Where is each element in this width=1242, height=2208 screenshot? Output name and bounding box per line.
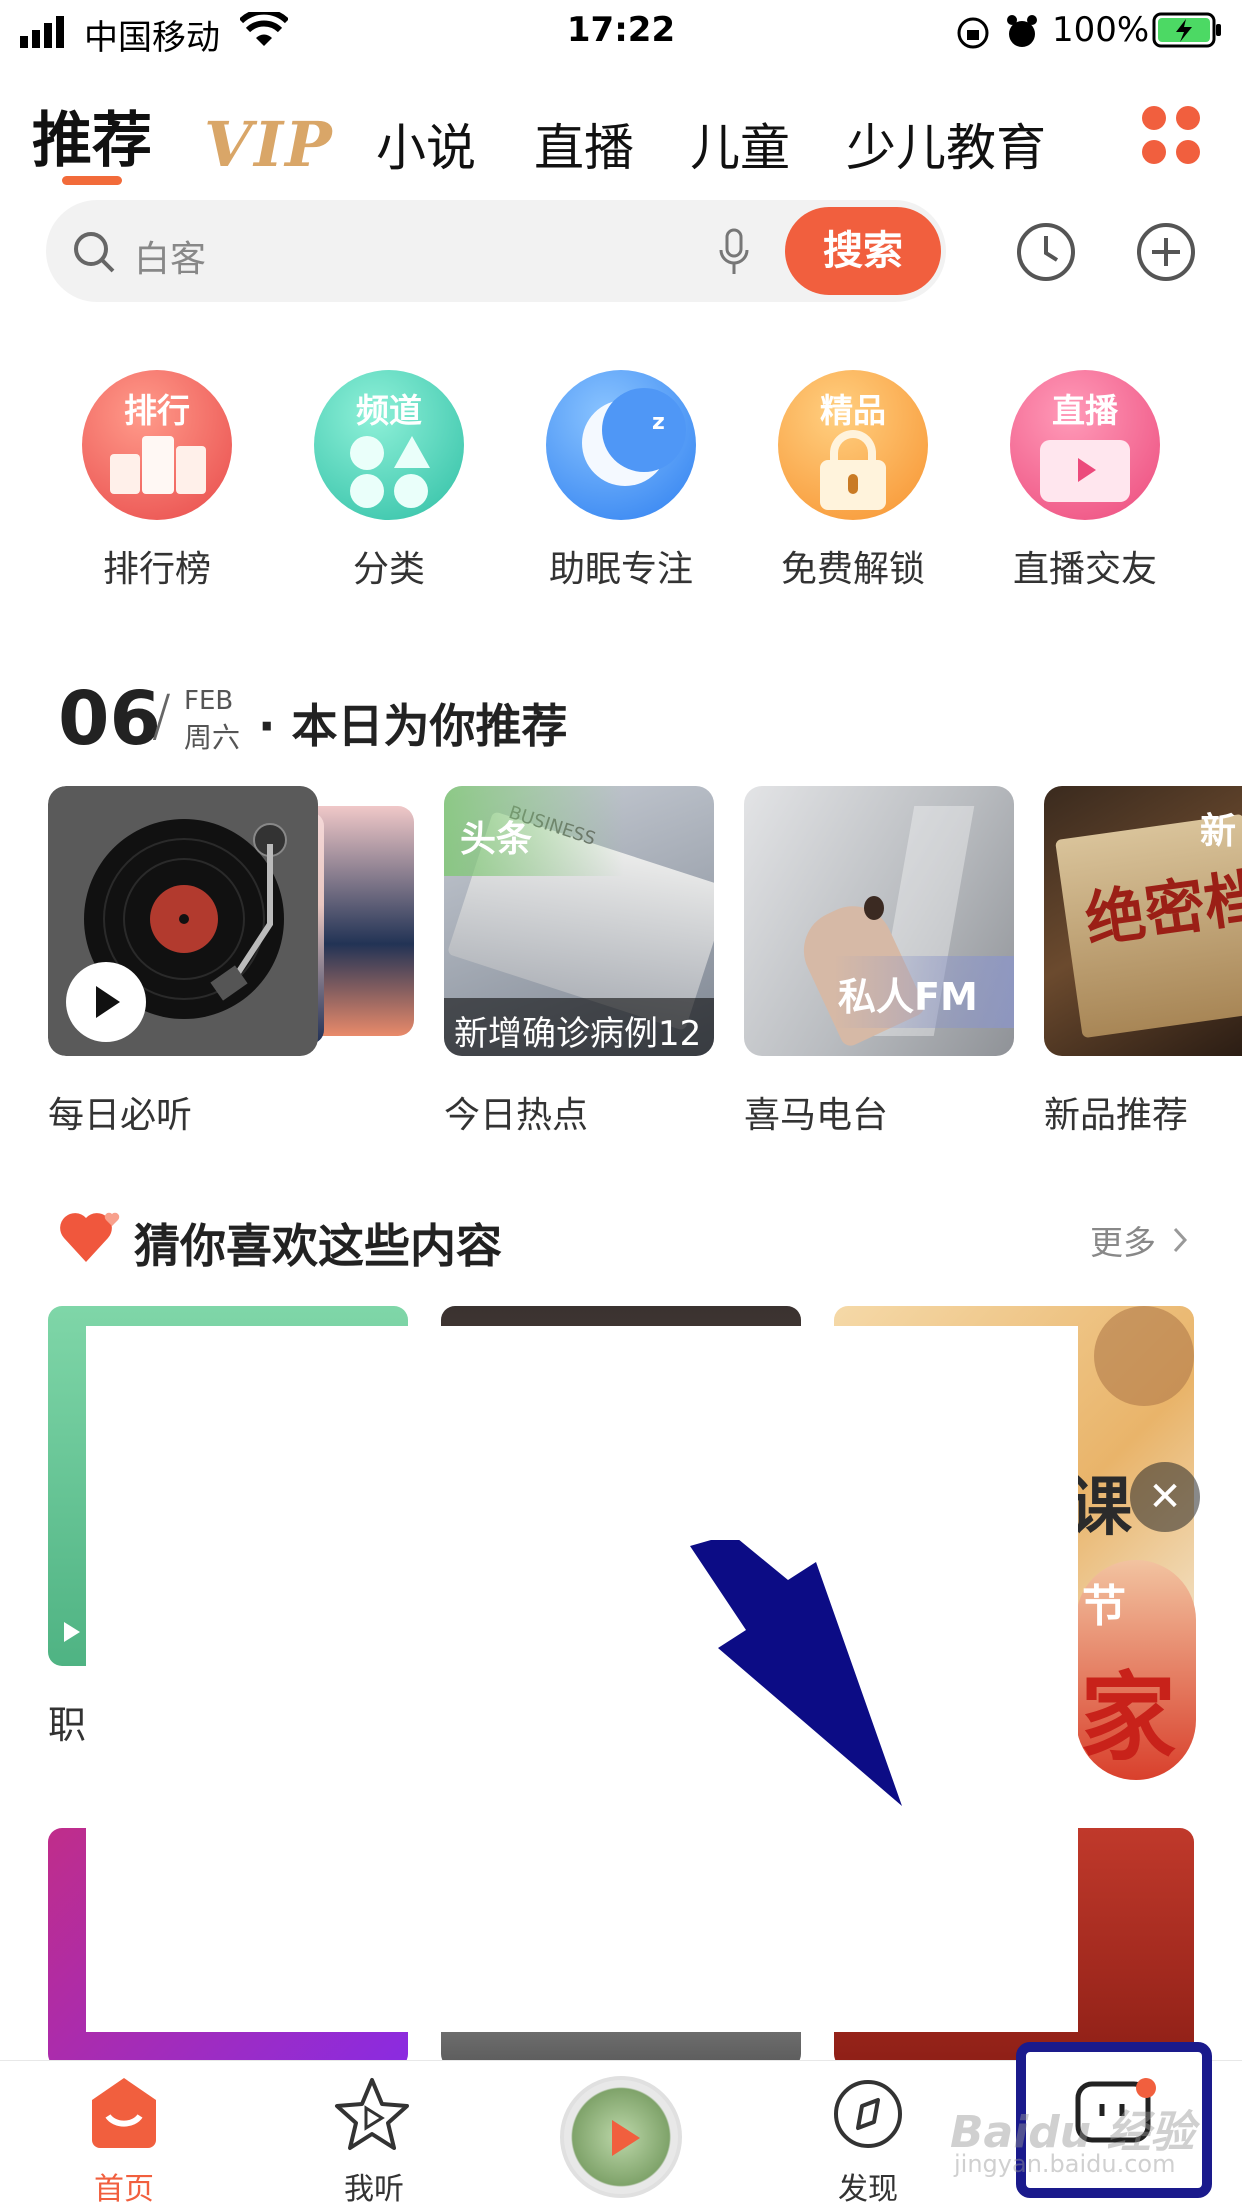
date-divider: / <box>152 684 171 749</box>
moon-icon: z <box>546 370 696 520</box>
close-icon[interactable]: ✕ <box>1130 1462 1200 1532</box>
card-hot-news[interactable]: BUSINESS 头条 新增确诊病例12 <box>444 786 714 1056</box>
card-label: 新品推荐 <box>1044 1095 1189 1136</box>
card-badge: 头条 <box>460 819 533 860</box>
heart-icon <box>60 1212 120 1262</box>
chevron-right-icon[interactable] <box>1172 1226 1188 1254</box>
search-button[interactable]: 搜索 <box>785 207 941 295</box>
battery-icon <box>1152 12 1221 48</box>
quick-label: 免费解锁 <box>780 549 925 590</box>
card-personal-fm[interactable]: 私人FM <box>744 786 1014 1056</box>
card-label: 每日必听 <box>48 1095 193 1136</box>
recommend-section-title: 猜你喜欢这些内容 <box>134 1219 502 1273</box>
quick-badge: 频道 <box>356 391 422 430</box>
tab-live[interactable]: 直播 <box>534 108 634 180</box>
quick-label: 助眠专注 <box>548 549 693 590</box>
podium-icon: 排行 <box>82 370 232 520</box>
quick-label: 直播交友 <box>1012 549 1157 590</box>
nav-discover[interactable]: 发现 <box>788 2164 948 2208</box>
category-icon: 频道 <box>314 370 464 520</box>
card-label: 喜马电台 <box>744 1095 889 1136</box>
date-day: 06 <box>58 676 161 762</box>
card-new-releases[interactable]: 绝密档案 新 <box>1044 786 1242 1056</box>
overlay-panel <box>86 1326 1078 2032</box>
tab-fade <box>1080 70 1100 180</box>
nav-my-listening[interactable]: 我听 <box>294 2164 454 2208</box>
quick-label: 排行榜 <box>102 549 211 590</box>
unlock-icon: 精品 <box>778 370 928 520</box>
quick-badge: 精品 <box>820 391 886 430</box>
tab-novel[interactable]: 小说 <box>376 108 476 180</box>
daily-section-title: · 本日为你推荐 <box>258 699 568 753</box>
search-input[interactable]: 白客 <box>134 230 206 282</box>
alarm-icon <box>1007 15 1037 47</box>
quick-entry-ranking[interactable]: 排行 排行榜 <box>67 370 247 592</box>
play-icon[interactable] <box>66 962 146 1042</box>
card-label: 今日热点 <box>444 1095 589 1136</box>
tv-icon: 直播 <box>1010 370 1160 520</box>
date-weekday: 周六 <box>184 721 241 754</box>
card-badge: 私人FM <box>838 975 978 1019</box>
quick-badge: 直播 <box>1052 391 1118 430</box>
history-clock-icon[interactable] <box>1016 222 1076 282</box>
star-play-icon[interactable] <box>334 2076 410 2152</box>
card-daily-listen[interactable] <box>48 786 414 1056</box>
now-playing-button[interactable] <box>560 2076 682 2198</box>
tile-text: 家 <box>1080 1662 1176 1774</box>
arrow-down-right-icon <box>690 1540 902 1806</box>
compass-icon[interactable] <box>832 2078 904 2150</box>
home-icon[interactable] <box>88 2074 160 2150</box>
microphone-icon[interactable] <box>716 228 752 276</box>
quick-badge: 排行 <box>124 391 190 430</box>
tab-children[interactable]: 儿童 <box>690 108 790 180</box>
watermark-url: jingyan.baidu.com <box>954 2150 1176 2178</box>
tab-kids-education[interactable]: 少儿教育 <box>846 108 1046 180</box>
add-icon[interactable] <box>1136 222 1196 282</box>
card-badge: 新 <box>1200 811 1237 852</box>
nav-home[interactable]: 首页 <box>44 2164 204 2208</box>
card-caption: 新增确诊病例12 <box>454 1014 702 1054</box>
tile-decoration: 节 家 <box>1076 1560 1196 1780</box>
tile-text: 节 <box>1082 1581 1126 1632</box>
status-bar: 中国移动 17:22 100% <box>0 0 1242 64</box>
quick-entry-sleep[interactable]: z 助眠专注 <box>531 370 711 592</box>
rotation-lock-icon <box>957 17 989 49</box>
date-month: FEB <box>184 686 234 716</box>
more-link[interactable]: 更多 <box>1090 1216 1156 1264</box>
battery-percent: 100% <box>1052 10 1150 50</box>
recommend-item-title: 职 <box>48 1703 87 1747</box>
quick-entry-live[interactable]: 直播 直播交友 <box>995 370 1175 592</box>
all-channels-icon[interactable] <box>1140 104 1202 166</box>
tab-recommend[interactable]: 推荐 <box>32 92 152 179</box>
search-icon <box>74 232 115 273</box>
quick-entry-unlock[interactable]: 精品 免费解锁 <box>763 370 943 592</box>
tab-vip[interactable]: VIP <box>204 108 334 181</box>
quick-entry-category[interactable]: 频道 分类 <box>299 370 479 592</box>
quick-label: 分类 <box>352 549 425 590</box>
active-tab-indicator <box>62 176 122 185</box>
